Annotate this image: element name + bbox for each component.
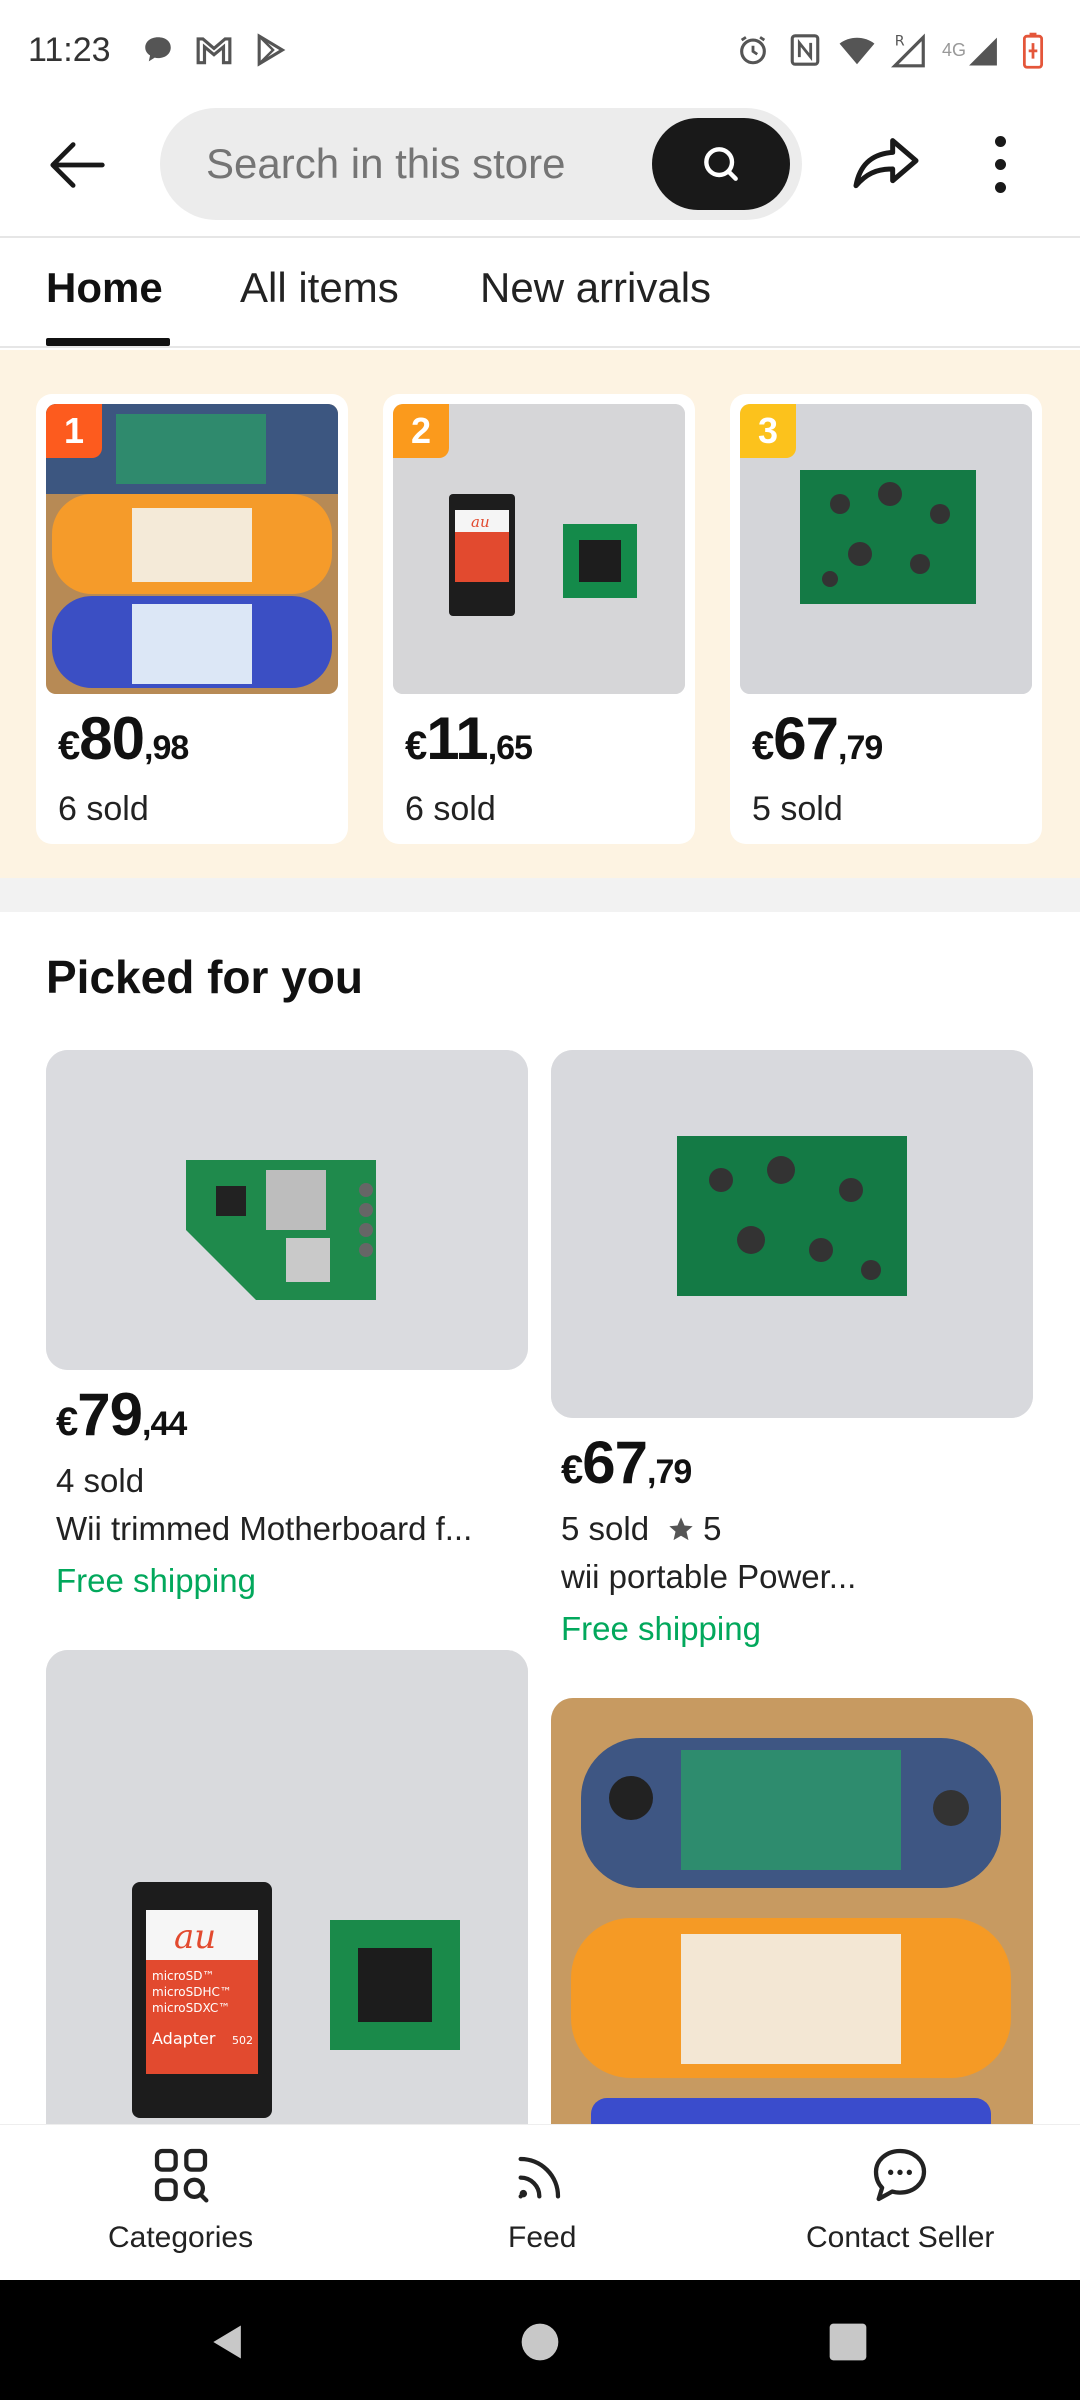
battery-icon bbox=[1014, 31, 1052, 69]
svg-text:R: R bbox=[895, 33, 905, 49]
nav-contact-seller[interactable]: Contact Seller bbox=[806, 2143, 994, 2255]
item-price: €67,79 bbox=[752, 705, 883, 772]
sold-count: 5 sold 5 bbox=[551, 1510, 1033, 1548]
sd-adapter-text: Adapter bbox=[152, 2029, 216, 2048]
share-button[interactable] bbox=[846, 124, 926, 204]
product-image bbox=[551, 1050, 1033, 1418]
product-card[interactable]: au microSD™ microSDHC™ microSDXC™ Adapte… bbox=[46, 1650, 528, 2124]
product-title: wii portable Power... bbox=[561, 1558, 857, 1595]
sold-count: 6 sold bbox=[58, 790, 149, 828]
rating-value: 5 bbox=[703, 1510, 722, 1547]
play-store-icon bbox=[251, 31, 289, 69]
product-card[interactable] bbox=[551, 1698, 1033, 2124]
nav-label: Categories bbox=[108, 2221, 254, 2254]
search-input[interactable] bbox=[206, 108, 626, 220]
nav-label: Contact Seller bbox=[806, 2221, 995, 2254]
active-tab-indicator bbox=[46, 338, 170, 346]
product-card[interactable]: €67,79 5 sold 5 wii portable Power... Fr… bbox=[551, 1050, 1033, 1648]
system-back-icon[interactable] bbox=[206, 2320, 250, 2364]
product-title: Wii trimmed Motherboard f... bbox=[56, 1510, 473, 1547]
sd-line-2: microSDHC™ bbox=[152, 1985, 232, 1999]
item-price: €11,65 bbox=[405, 705, 533, 772]
gmail-icon bbox=[195, 31, 233, 69]
nav-categories[interactable]: Categories bbox=[108, 2143, 253, 2255]
sd-line-3: microSDXC™ bbox=[152, 2001, 230, 2015]
top-item-card[interactable]: 1 €80,98 6 sold bbox=[36, 394, 348, 844]
network-type: 4G bbox=[941, 39, 966, 60]
system-home-icon[interactable] bbox=[518, 2320, 562, 2364]
sold-count: 4 sold bbox=[46, 1462, 528, 1500]
system-navigation-bar bbox=[0, 2280, 1080, 2400]
top-item-card[interactable]: 3 €67,79 5 sold bbox=[730, 394, 1042, 844]
signal-r-icon: R bbox=[890, 31, 928, 69]
search-button[interactable] bbox=[652, 118, 790, 210]
free-shipping-label: Free shipping bbox=[561, 1610, 761, 1647]
svg-text:au: au bbox=[471, 513, 490, 531]
nav-feed[interactable]: Feed bbox=[508, 2143, 576, 2255]
back-arrow-icon bbox=[50, 142, 105, 188]
top-item-card[interactable]: 2 au €11,65 6 sold bbox=[383, 394, 695, 844]
categories-icon bbox=[154, 2148, 208, 2203]
top-sellers-section: 1 €80,98 6 sold 2 au €11,65 6 sold 3 €67… bbox=[0, 350, 1080, 878]
more-options-button[interactable] bbox=[970, 124, 1030, 204]
back-button[interactable] bbox=[44, 130, 114, 200]
search-icon bbox=[704, 147, 738, 181]
signal-4g-icon: 4G bbox=[942, 31, 1000, 69]
status-bar: 11:23 R 4G bbox=[0, 0, 1080, 100]
tab-new-arrivals[interactable]: New arrivals bbox=[480, 264, 711, 312]
search-bar[interactable] bbox=[160, 108, 802, 220]
sold-text: 4 sold bbox=[56, 1462, 145, 1499]
bottom-navigation: Categories Feed Contact Seller bbox=[0, 2124, 1080, 2280]
store-header bbox=[0, 100, 1080, 236]
rank-badge: 3 bbox=[740, 404, 796, 458]
sd-model: 502 bbox=[232, 2034, 253, 2047]
more-dot-icon bbox=[994, 181, 1006, 193]
nfc-icon bbox=[786, 31, 824, 69]
store-tabs: Home All items New arrivals bbox=[0, 236, 1080, 348]
share-icon bbox=[853, 138, 919, 189]
item-price: €67,79 bbox=[561, 1429, 692, 1496]
chat-icon bbox=[874, 2148, 927, 2202]
sold-count: 5 sold bbox=[752, 790, 843, 828]
alarm-icon bbox=[734, 31, 772, 69]
item-price: €79,44 bbox=[56, 1381, 187, 1448]
feed-icon bbox=[518, 2156, 561, 2199]
star-icon bbox=[669, 1517, 693, 1541]
sd-brand: au bbox=[174, 1917, 216, 1957]
section-divider bbox=[0, 878, 1080, 912]
wifi-icon bbox=[838, 31, 876, 69]
status-time: 11:23 bbox=[28, 30, 111, 69]
more-dot-icon bbox=[994, 135, 1006, 147]
sold-count: 6 sold bbox=[405, 790, 496, 828]
rank-badge: 2 bbox=[393, 404, 449, 458]
sd-line-1: microSD™ bbox=[152, 1969, 215, 1983]
tab-home[interactable]: Home bbox=[46, 264, 163, 312]
free-shipping-label: Free shipping bbox=[56, 1562, 256, 1599]
nav-label: Feed bbox=[508, 2221, 577, 2254]
section-title: Picked for you bbox=[46, 951, 363, 1003]
chat-notification-icon bbox=[139, 31, 177, 69]
product-image bbox=[46, 1050, 528, 1370]
sold-text: 5 sold bbox=[561, 1510, 650, 1547]
system-recents-icon[interactable] bbox=[826, 2320, 870, 2364]
product-card[interactable]: €79,44 4 sold Wii trimmed Motherboard f.… bbox=[46, 1050, 528, 1600]
product-image bbox=[551, 1698, 1033, 2124]
more-dot-icon bbox=[994, 158, 1006, 170]
item-price: €80,98 bbox=[58, 705, 189, 772]
rank-badge: 1 bbox=[46, 404, 102, 458]
tab-all-items[interactable]: All items bbox=[240, 264, 399, 312]
product-image: au microSD™ microSDHC™ microSDXC™ Adapte… bbox=[46, 1650, 528, 2124]
